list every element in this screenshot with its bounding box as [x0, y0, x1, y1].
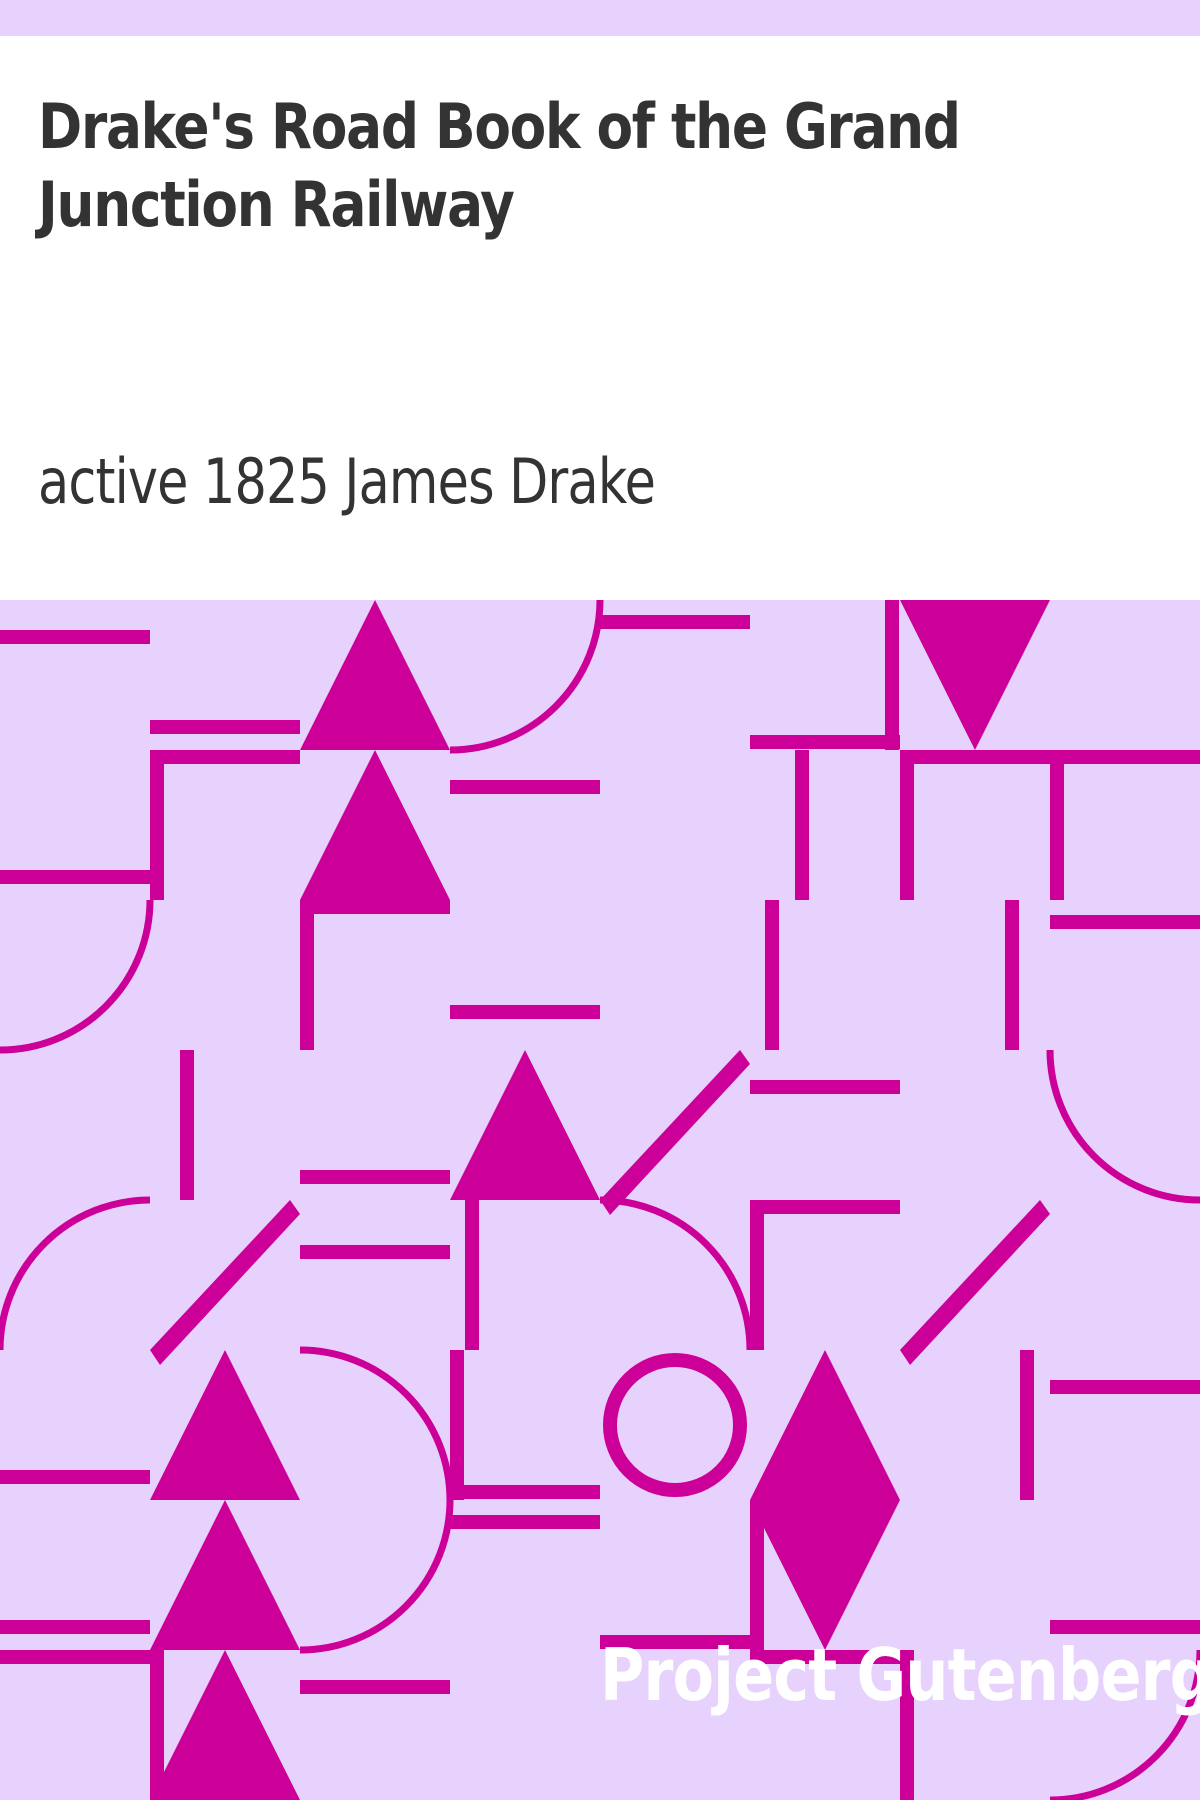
pattern-arc [0, 899, 154, 1054]
pattern-ring [603, 1353, 747, 1497]
pattern-triangle [150, 1350, 300, 1500]
pattern-bar [885, 600, 899, 750]
pattern-bar [750, 1080, 900, 1094]
pattern-bar [795, 750, 809, 900]
pattern-bar [750, 1200, 900, 1214]
pattern-bar [1020, 1350, 1034, 1500]
pattern-bar [1050, 915, 1200, 929]
pattern-arc [0, 1196, 151, 1351]
pattern-arc [299, 1346, 454, 1654]
pattern-bar [450, 1350, 464, 1500]
pattern-bar [765, 900, 779, 1050]
pattern-bar [0, 630, 150, 644]
book-title: Drake's Road Book of the Grand Junction … [38, 90, 961, 241]
book-author: active 1825 James Drake [38, 445, 656, 518]
pattern-bar [900, 750, 914, 900]
pattern-arc [449, 600, 604, 754]
pattern-bar [180, 1050, 194, 1200]
pattern-bar [0, 870, 150, 884]
pattern-bar [450, 780, 600, 794]
cover-pattern [0, 600, 1200, 1800]
pattern-bar [150, 750, 164, 900]
pattern-arc [599, 1196, 754, 1351]
pattern-triangle [450, 1050, 600, 1200]
pattern-diagonal [900, 1200, 1050, 1365]
pattern-bar [150, 750, 300, 764]
pattern-bar [1050, 750, 1064, 900]
pattern-bar [300, 900, 450, 914]
pattern-triangle [300, 600, 450, 750]
pattern-bar [600, 615, 750, 629]
pattern-bar [450, 1485, 600, 1499]
top-band [0, 0, 1200, 36]
pattern-bar [0, 1650, 150, 1664]
pattern-triangle [150, 1650, 300, 1800]
pattern-bar [1050, 1380, 1200, 1394]
pattern-bar [465, 1200, 479, 1350]
pattern-bar [1005, 900, 1019, 1050]
pattern-bar [300, 1680, 450, 1694]
pattern-bar [300, 900, 314, 1050]
pattern-bar [300, 1245, 450, 1259]
pattern-bar [750, 735, 900, 749]
pattern-bar [0, 1470, 150, 1484]
pattern-diagonal [150, 1200, 300, 1365]
pattern-bar [450, 1005, 600, 1019]
pattern-triangle [300, 750, 450, 900]
pattern-bar [450, 1515, 600, 1529]
pattern-diamond [750, 1350, 900, 1650]
pattern-triangle [150, 1500, 300, 1650]
pattern-triangle [900, 600, 1050, 750]
pattern-bar [750, 1200, 764, 1350]
pattern-arc [1046, 1049, 1200, 1204]
pattern-bar [150, 720, 300, 734]
pattern-bar [300, 1170, 450, 1184]
pattern-bar [0, 1620, 150, 1634]
publisher-wordmark: Project Gutenberg [600, 1633, 1200, 1717]
pattern-diagonal [600, 1050, 750, 1215]
